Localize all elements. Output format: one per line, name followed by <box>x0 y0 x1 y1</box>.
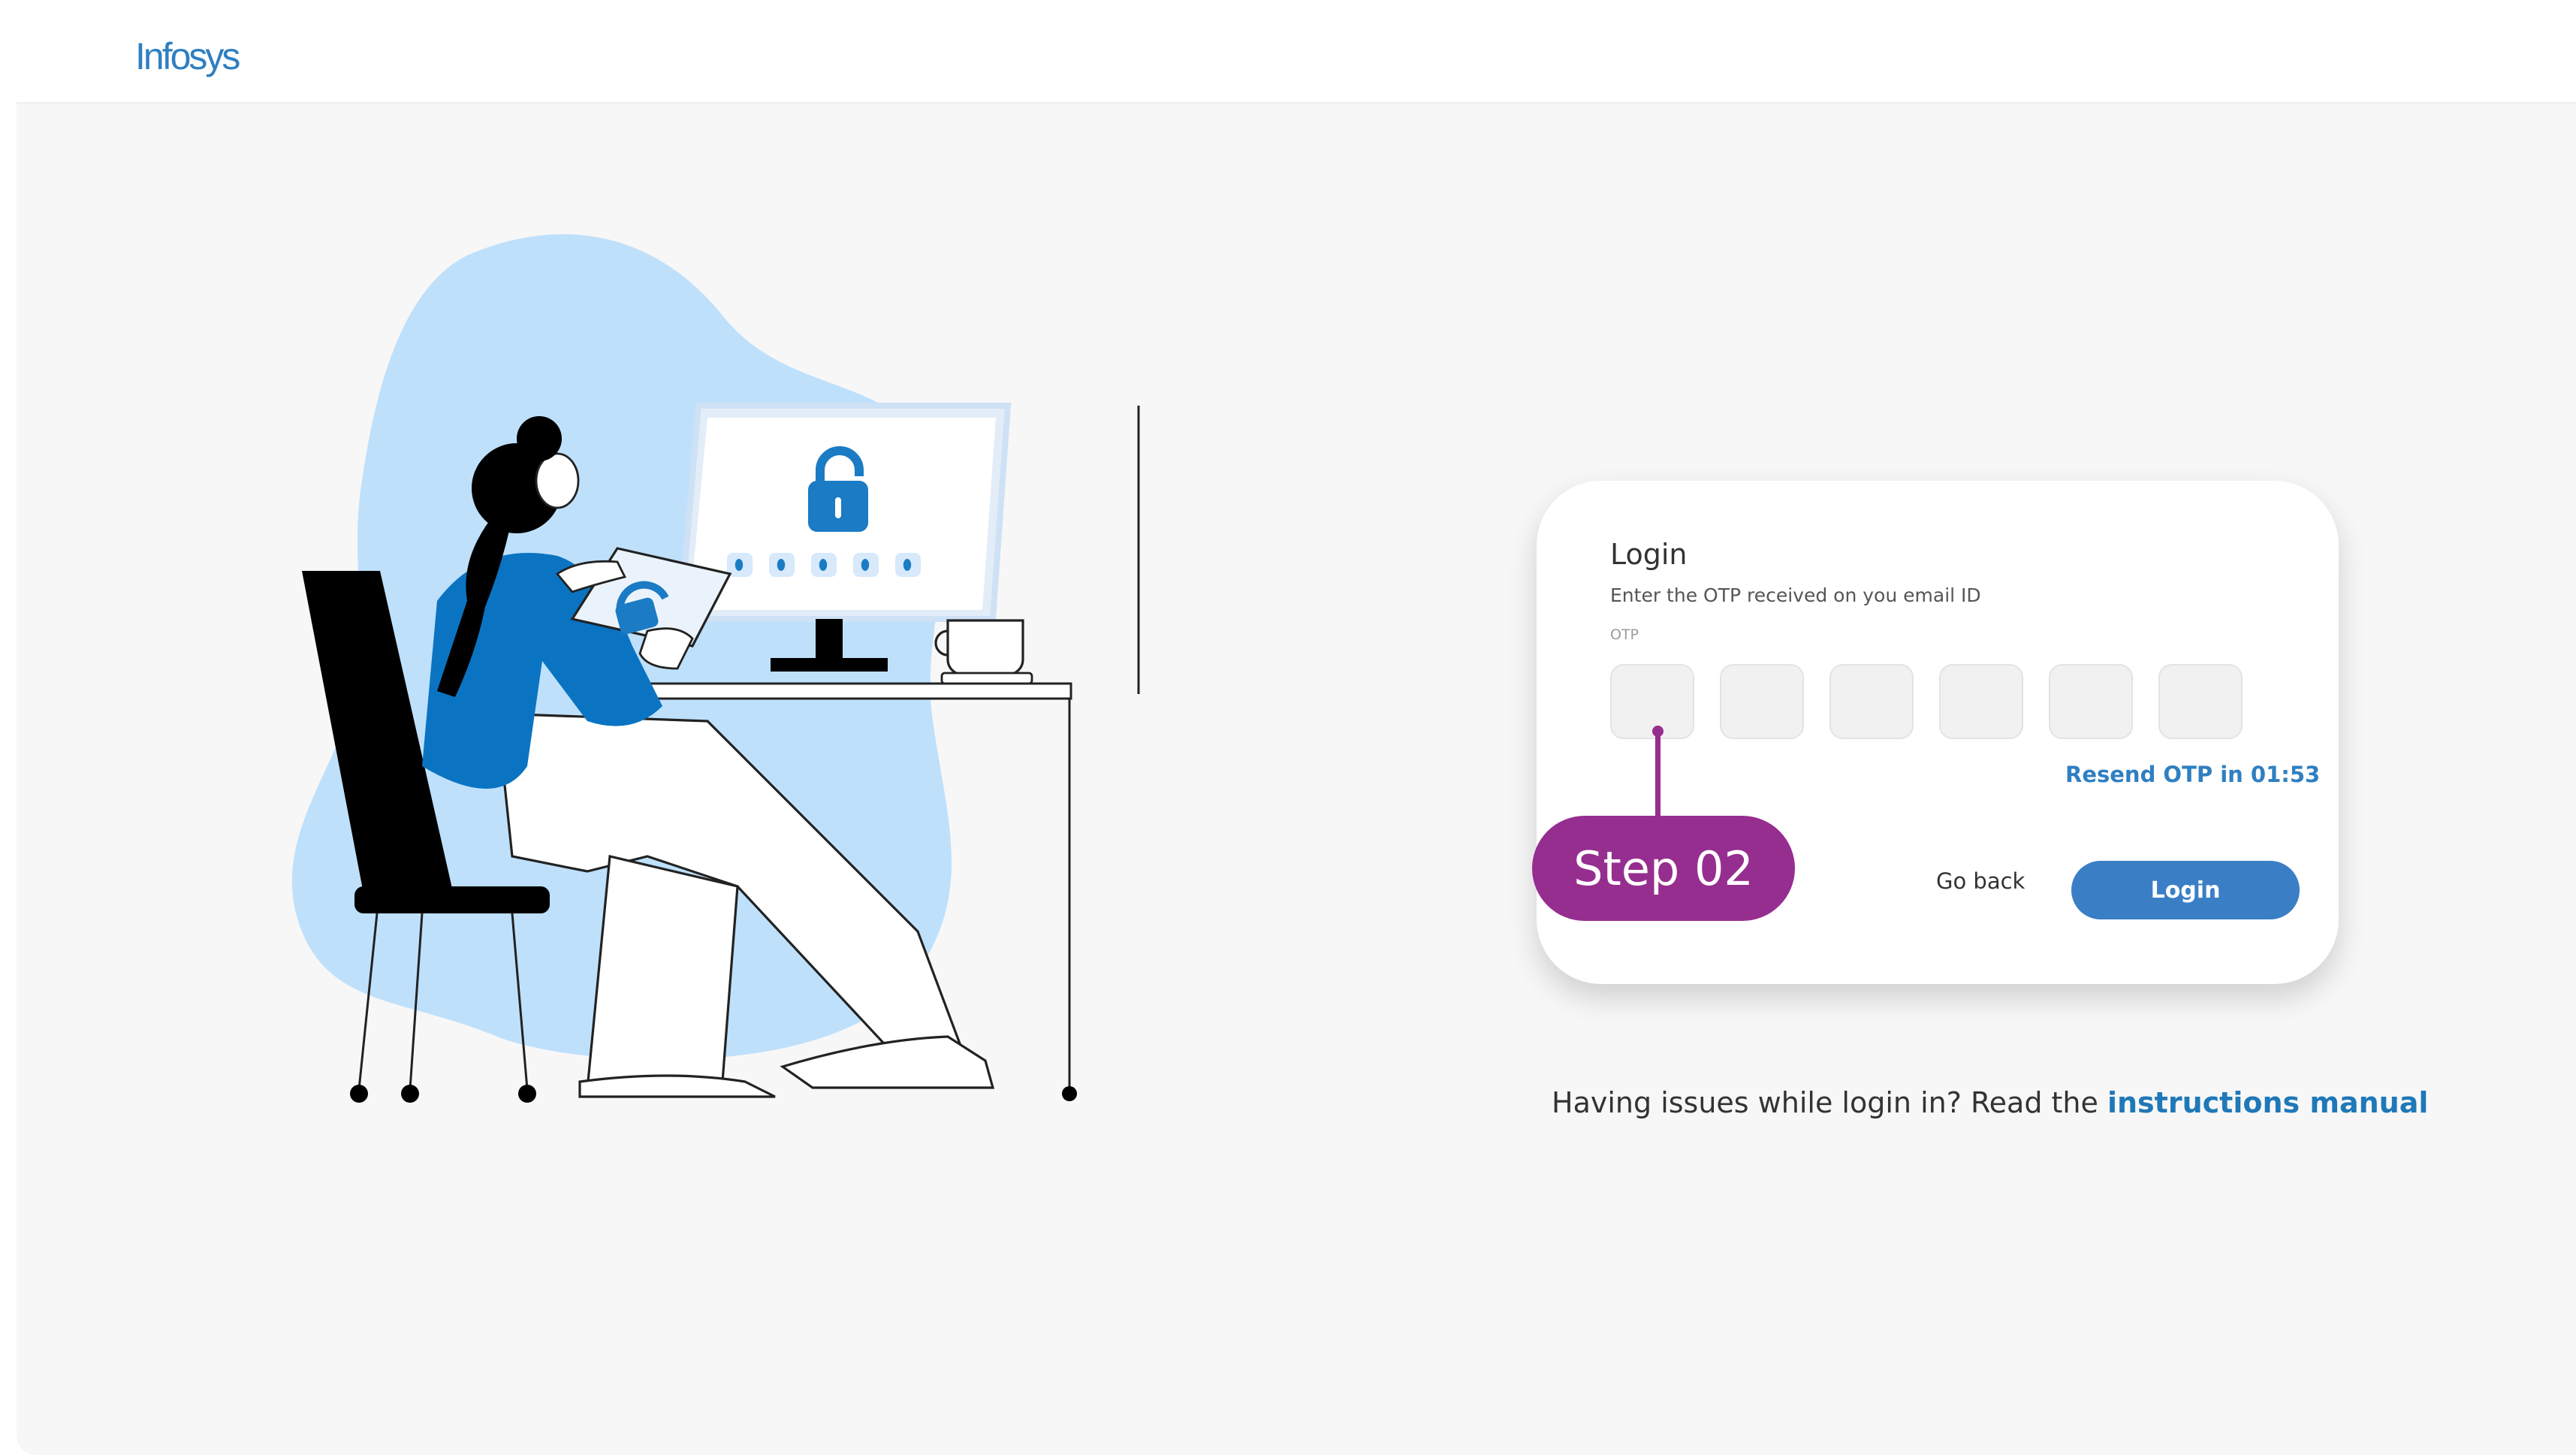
go-back-button[interactable]: Go back <box>1936 868 2025 894</box>
otp-input-group <box>1610 664 2243 739</box>
login-title: Login <box>1610 538 1688 571</box>
instructions-manual-link[interactable]: instructions manual <box>2107 1086 2428 1119</box>
top-bar: Infosys <box>17 8 2576 104</box>
otp-digit-4[interactable] <box>1939 664 2023 739</box>
login-subtitle: Enter the OTP received on you email ID <box>1610 584 1981 606</box>
step-badge: Step 02 <box>1532 816 1795 921</box>
otp-digit-6[interactable] <box>2158 664 2243 739</box>
login-button[interactable]: Login <box>2071 861 2300 919</box>
help-text: Having issues while login in? Read the i… <box>1552 1086 2428 1119</box>
help-prefix: Having issues while login in? Read the <box>1552 1086 2107 1119</box>
otp-digit-2[interactable] <box>1720 664 1804 739</box>
app-window: Infosys Login Enter the OTP received on … <box>17 8 2576 1455</box>
resend-otp-link[interactable]: Resend OTP in 01:53 <box>2065 762 2320 787</box>
login-illustration <box>291 234 1140 1103</box>
infosys-logo[interactable]: Infosys <box>135 35 240 78</box>
otp-label: OTP <box>1610 626 1639 643</box>
otp-digit-5[interactable] <box>2049 664 2133 739</box>
step-connector-line <box>1652 726 1664 820</box>
otp-digit-3[interactable] <box>1829 664 1914 739</box>
